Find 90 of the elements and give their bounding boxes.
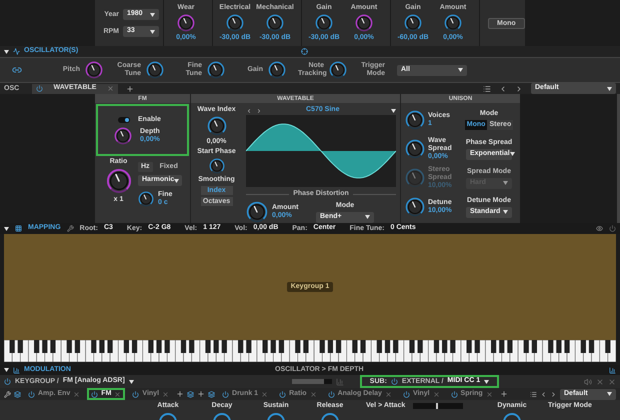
caret-icon — [4, 50, 9, 54]
knob[interactable] — [405, 110, 425, 130]
add-icon[interactable] — [176, 390, 184, 398]
bars-icon[interactable] — [13, 366, 20, 374]
close-icon[interactable] — [107, 85, 114, 92]
close-icon[interactable] — [432, 390, 440, 398]
knob[interactable] — [329, 61, 347, 79]
knob[interactable] — [444, 14, 462, 32]
power-icon[interactable] — [91, 390, 98, 398]
caret-icon — [4, 368, 9, 372]
close-icon[interactable] — [162, 390, 170, 398]
knob[interactable] — [355, 14, 373, 32]
knob[interactable] — [114, 126, 132, 144]
scrollbar[interactable] — [617, 94, 620, 223]
link-icon[interactable] — [12, 65, 22, 75]
knob[interactable] — [207, 61, 225, 79]
speaker-icon[interactable] — [584, 378, 592, 386]
close-icon[interactable] — [608, 378, 616, 386]
eye-icon[interactable] — [596, 225, 603, 232]
add-icon[interactable] — [197, 390, 206, 398]
knob[interactable] — [208, 158, 224, 174]
close-icon[interactable] — [384, 390, 392, 398]
target-icon[interactable] — [301, 48, 308, 55]
power-icon[interactable] — [36, 85, 43, 92]
knob[interactable] — [405, 197, 425, 217]
power-icon[interactable] — [4, 378, 11, 385]
wrench-icon[interactable] — [66, 225, 74, 232]
close-icon[interactable] — [73, 390, 80, 398]
caret-icon — [607, 86, 612, 90]
caret-icon — [607, 392, 612, 396]
knob[interactable] — [268, 61, 286, 79]
knob[interactable] — [85, 61, 103, 79]
close-icon[interactable] — [596, 378, 604, 386]
knob[interactable] — [405, 139, 425, 159]
close-icon[interactable] — [114, 390, 122, 398]
power-icon[interactable] — [390, 378, 398, 385]
knob[interactable] — [138, 191, 154, 207]
knob[interactable] — [315, 14, 333, 32]
caret-icon — [503, 181, 508, 185]
wrench-icon[interactable] — [4, 390, 11, 398]
previous-icon[interactable] — [499, 84, 507, 92]
caret-icon — [510, 152, 515, 156]
previous-icon[interactable] — [540, 390, 547, 398]
knob[interactable] — [226, 14, 244, 32]
caret-icon — [391, 108, 396, 112]
knob[interactable] — [206, 116, 226, 136]
knob[interactable] — [146, 61, 164, 79]
previous-icon[interactable] — [246, 108, 252, 114]
menu-icon[interactable] — [483, 84, 491, 92]
amount-slider[interactable] — [292, 379, 332, 384]
power-icon[interactable] — [222, 390, 230, 398]
bars-icon[interactable] — [609, 366, 616, 374]
power-icon[interactable] — [28, 390, 35, 398]
power-icon[interactable] — [132, 390, 140, 398]
power-icon[interactable] — [402, 390, 410, 398]
power-icon[interactable] — [450, 390, 458, 398]
caret-icon — [174, 178, 180, 182]
next-icon[interactable] — [550, 390, 557, 398]
power-icon[interactable] — [609, 225, 616, 232]
add-icon[interactable] — [500, 390, 508, 398]
knob[interactable] — [246, 201, 268, 223]
grid-icon[interactable] — [15, 225, 22, 232]
layers-icon[interactable] — [208, 390, 216, 398]
add-icon[interactable] — [126, 84, 134, 92]
power-icon[interactable] — [328, 390, 335, 398]
knob[interactable] — [404, 14, 422, 32]
close-icon[interactable] — [261, 390, 268, 398]
caret-icon — [150, 12, 155, 16]
caret-icon — [458, 68, 463, 72]
caret-icon — [503, 210, 508, 214]
caret-icon — [365, 215, 370, 219]
knob[interactable] — [177, 14, 195, 32]
slider-track[interactable] — [413, 403, 464, 409]
caret-icon — [484, 380, 490, 384]
next-icon[interactable] — [515, 84, 523, 92]
caret-icon — [4, 226, 9, 230]
close-icon[interactable] — [310, 390, 317, 398]
menu-icon[interactable] — [530, 390, 537, 398]
layers-icon[interactable] — [14, 390, 21, 398]
close-icon[interactable] — [486, 390, 493, 398]
waveform-icon[interactable] — [13, 48, 20, 55]
knob[interactable] — [106, 168, 132, 194]
next-icon[interactable] — [256, 108, 262, 114]
power-icon[interactable] — [279, 390, 286, 398]
knob[interactable] — [266, 14, 284, 32]
layers-icon[interactable] — [187, 390, 194, 398]
enable-toggle[interactable] — [118, 116, 130, 122]
piano-keyboard-drawing[interactable] — [4, 340, 616, 362]
caret-icon — [150, 30, 155, 34]
caret-icon — [128, 380, 134, 384]
